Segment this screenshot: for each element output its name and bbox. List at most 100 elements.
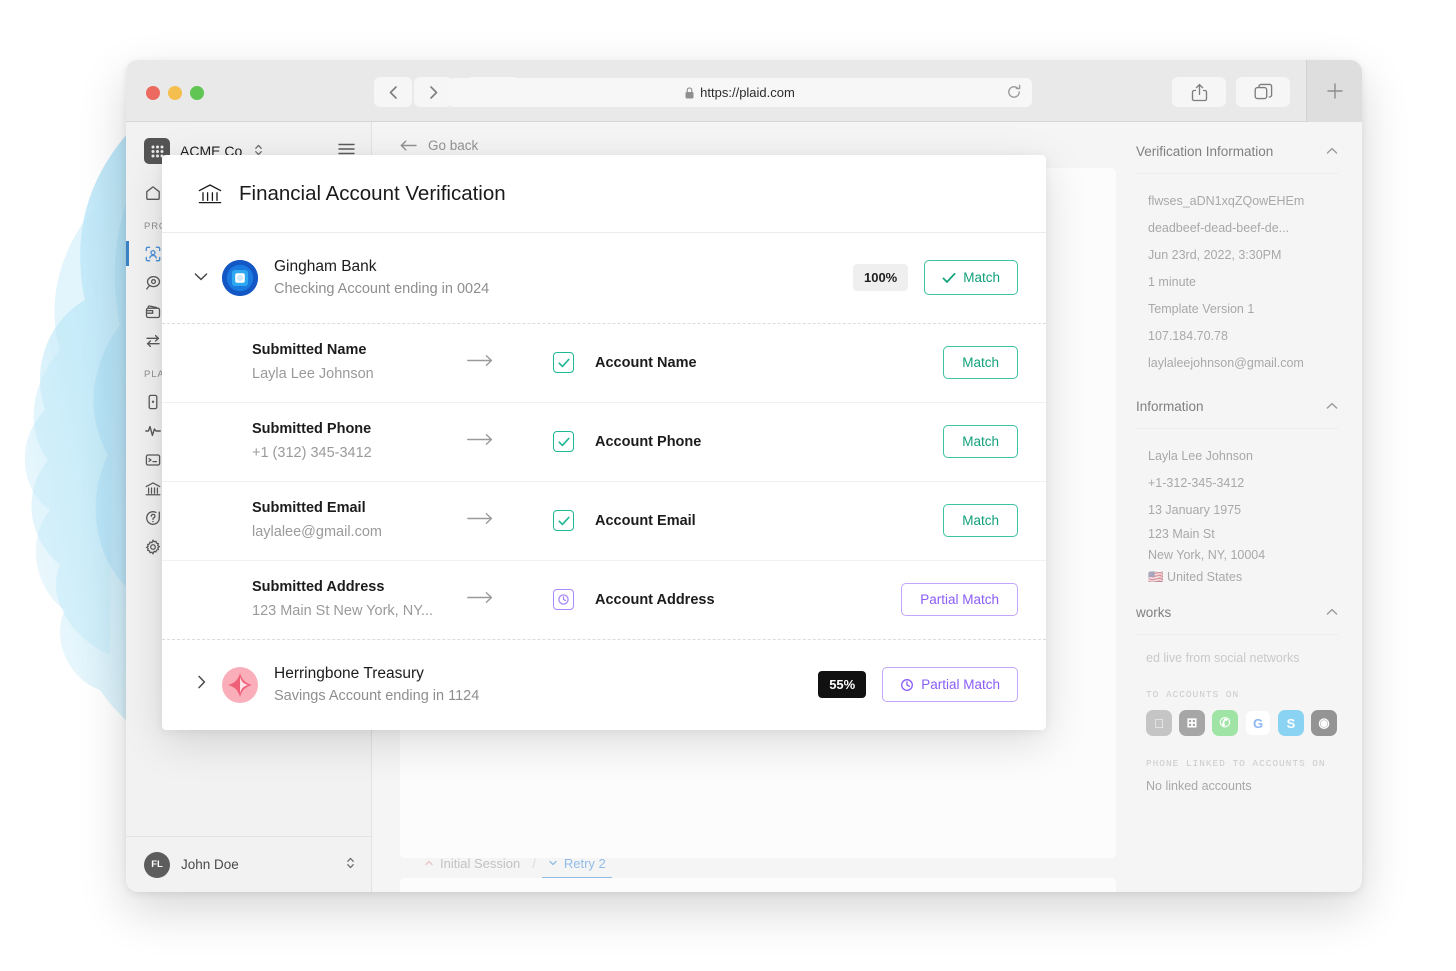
chevron-right-icon — [197, 675, 205, 689]
modal-title: Financial Account Verification — [239, 181, 506, 205]
status-cell: Match — [943, 346, 1018, 380]
gingham-bank-logo — [222, 259, 258, 296]
match-indicator — [553, 510, 595, 532]
modal-header: Financial Account Verification — [162, 155, 1046, 234]
browser-forward-button[interactable] — [414, 77, 452, 107]
avatar: FL — [144, 851, 170, 878]
check-icon — [942, 272, 956, 283]
hamburger-icon — [338, 143, 355, 154]
submitted-label: Submitted Email — [252, 500, 366, 517]
account-status-label: Match — [963, 270, 1000, 286]
home-icon — [144, 184, 161, 201]
account-row-herringbone-treasury[interactable]: Herringbone Treasury Savings Account end… — [162, 640, 1046, 730]
bank-icon — [144, 480, 161, 497]
submitted-block: Submitted Email laylalee@gmail.com — [252, 497, 467, 543]
user-name: John Doe — [181, 857, 239, 872]
match-indicator — [553, 431, 595, 453]
tab-overview-icon — [1254, 83, 1272, 100]
herringbone-treasury-logo — [222, 666, 258, 703]
arrow-right-icon — [467, 591, 553, 609]
comparison-status-button[interactable]: Match — [943, 425, 1018, 459]
account-status-button[interactable]: Match — [924, 260, 1018, 296]
monitor-icon — [144, 274, 161, 291]
reload-button[interactable] — [1006, 84, 1022, 105]
maximize-window-button[interactable] — [190, 86, 204, 100]
comparison-list: Submitted Name Layla Lee Johnson Account… — [162, 324, 1046, 640]
url-text: https://plaid.com — [700, 85, 795, 100]
share-icon — [1191, 83, 1207, 101]
bank-icon — [198, 183, 222, 203]
comparison-row-email: Submitted Email laylalee@gmail.com Accou… — [162, 482, 1046, 561]
chevron-updown-icon — [346, 856, 355, 873]
browser-back-button[interactable] — [374, 77, 412, 107]
comparison-row-phone: Submitted Phone +1 (312) 345-3412 Accoun… — [162, 403, 1046, 482]
comparison-row-name: Submitted Name Layla Lee Johnson Account… — [162, 324, 1046, 403]
chevron-left-icon — [389, 85, 397, 99]
comparison-status-button[interactable]: Match — [943, 504, 1018, 538]
account-field-label: Account Address — [595, 591, 715, 608]
account-name: Gingham Bank — [274, 258, 377, 276]
user-account-switcher[interactable]: FL John Doe — [126, 836, 371, 892]
chevron-right-icon — [429, 85, 437, 99]
comparison-row-address: Submitted Address 123 Main St New York, … — [162, 561, 1046, 640]
share-button[interactable] — [1172, 77, 1226, 107]
comparison-status-button[interactable]: Partial Match — [901, 583, 1018, 617]
submitted-value: 123 Main St New York, NY... — [252, 602, 434, 619]
match-indicator — [553, 352, 595, 374]
account-row-gingham-bank[interactable]: Gingham Bank Checking Account ending in … — [162, 233, 1046, 324]
herringbone-treasury-logo-icon — [222, 666, 258, 703]
submitted-block: Submitted Phone +1 (312) 345-3412 — [252, 418, 467, 464]
comparison-status-label: Match — [962, 513, 999, 529]
account-status-label: Partial Match — [921, 677, 1000, 693]
browser-chrome: https://plaid.com — [126, 60, 1362, 122]
expand-collapse-button[interactable] — [180, 674, 222, 695]
clock-partial-icon — [553, 589, 574, 611]
lock-icon — [685, 86, 694, 98]
close-window-button[interactable] — [146, 86, 160, 100]
match-percent-badge: 55% — [818, 671, 867, 699]
question-icon — [144, 509, 161, 526]
link-phone-icon — [144, 393, 161, 410]
financial-account-verification-modal: Financial Account Verification Gingham B… — [162, 155, 1046, 730]
match-percent-badge: 100% — [852, 264, 909, 292]
gingham-bank-logo-icon — [222, 259, 258, 296]
account-text-block: Gingham Bank Checking Account ending in … — [274, 256, 489, 299]
window-controls — [146, 86, 204, 100]
account-field-label: Account Name — [595, 354, 697, 371]
account-status-button[interactable]: Partial Match — [882, 667, 1018, 703]
new-tab-button[interactable] — [1306, 60, 1362, 122]
submitted-label: Submitted Name — [252, 342, 367, 359]
chevron-down-icon — [194, 273, 208, 280]
arrow-right-icon — [467, 354, 553, 372]
submitted-value: Layla Lee Johnson — [252, 365, 374, 382]
submitted-value: +1 (312) 345-3412 — [252, 444, 372, 461]
submitted-block: Submitted Name Layla Lee Johnson — [252, 339, 467, 385]
reload-icon — [1008, 84, 1021, 98]
checkbox-check-icon — [553, 352, 574, 374]
comparison-status-label: Partial Match — [920, 592, 999, 608]
address-bar[interactable]: https://plaid.com — [448, 78, 1032, 107]
checkbox-check-icon — [553, 510, 574, 532]
account-name: Herringbone Treasury — [274, 665, 424, 683]
terminal-icon — [144, 451, 161, 468]
account-subtitle: Savings Account ending in 1124 — [274, 687, 480, 704]
minimize-window-button[interactable] — [168, 86, 182, 100]
submitted-label: Submitted Phone — [252, 421, 372, 438]
arrow-right-icon — [467, 512, 553, 530]
match-indicator — [553, 589, 595, 611]
clock-icon — [901, 678, 914, 691]
expand-collapse-button[interactable] — [180, 269, 222, 287]
status-cell: Partial Match — [901, 583, 1018, 617]
arrow-right-icon — [467, 433, 553, 451]
comparison-status-button[interactable]: Match — [943, 346, 1018, 380]
submitted-block: Submitted Address 123 Main St New York, … — [252, 576, 467, 622]
gear-icon — [144, 538, 161, 555]
tab-overview-button[interactable] — [1236, 77, 1290, 107]
account-text-block: Herringbone Treasury Savings Account end… — [274, 663, 479, 706]
comparison-status-label: Match — [962, 355, 999, 371]
status-cell: Match — [943, 504, 1018, 538]
account-subtitle: Checking Account ending in 0024 — [274, 280, 490, 297]
checkbox-check-icon — [553, 431, 574, 453]
status-cell: Match — [943, 425, 1018, 459]
submitted-label: Submitted Address — [252, 579, 385, 596]
